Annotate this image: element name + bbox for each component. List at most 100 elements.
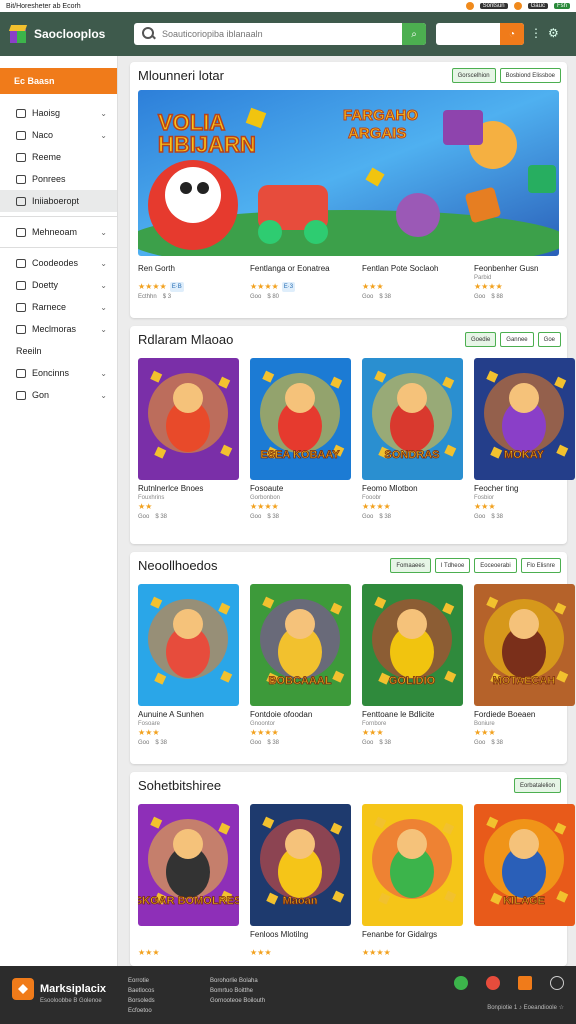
product-title[interactable]: Ren Gorth <box>138 264 239 274</box>
product-title[interactable]: Fosoaute <box>250 484 351 494</box>
product-title[interactable]: Fontdoie ofoodan <box>250 710 351 720</box>
sidebar-item[interactable]: Eoncinns ⌄ <box>0 362 117 384</box>
product-card[interactable]: Fentlan Pote Soclaoh ★★★ Goo $ 38 <box>362 264 463 302</box>
grid-icon <box>16 152 26 162</box>
cart-icon[interactable] <box>518 976 532 990</box>
footer-link[interactable]: Gornooteoe Boilouth <box>210 996 265 1006</box>
sidebar-item[interactable]: Meclmoras ⌄ <box>0 318 117 340</box>
sidebar-item[interactable]: Ponrees <box>0 168 117 190</box>
product-title[interactable]: Feomo Mlotbon <box>362 484 463 494</box>
game-thumbnail[interactable]: SONDRAS <box>362 358 463 480</box>
settings-icon[interactable]: ⚙ <box>548 26 559 40</box>
product-card[interactable]: Aunuine A Sunhen Fosoare ★★★ Goo $ 38 <box>138 584 239 748</box>
sidebar-item[interactable]: Reeme <box>0 146 117 168</box>
product-title[interactable] <box>138 930 239 940</box>
footer-link[interactable]: Bomrtuo Boitthe <box>210 986 265 996</box>
footer-logo[interactable]: Marksiplacix <box>12 978 106 1000</box>
globe-icon[interactable] <box>550 976 564 990</box>
rocket-icon[interactable] <box>486 976 500 990</box>
section-button[interactable]: Goe <box>537 332 561 347</box>
footer-link[interactable]: Borsoleds <box>128 996 155 1006</box>
section-button[interactable]: Gorscelhion <box>451 68 496 83</box>
sidebar-item[interactable]: Haoisg ⌄ <box>0 102 117 124</box>
product-card[interactable]: Feonbenher Gusn Parbid ★★★★ Goo $ 88 <box>474 264 575 302</box>
section-button[interactable]: I Tdheoe <box>434 558 471 573</box>
footer-link[interactable]: Ecfoetoo <box>128 1006 155 1016</box>
divider <box>0 216 117 217</box>
section-actions: Goedie Gannee Goe <box>464 332 561 347</box>
product-card[interactable]: SKGAR BOMOLRES ★★★ <box>138 804 239 958</box>
section-button[interactable]: Eoceoerabi <box>474 558 517 573</box>
footer-tagline: Esooloobbe B Golenoe <box>40 998 102 1004</box>
game-thumbnail[interactable]: SKGAR BOMOLRES <box>138 804 239 926</box>
search-input[interactable] <box>158 29 402 39</box>
product-title[interactable] <box>474 930 575 940</box>
secondary-search[interactable]: ◔ <box>436 23 524 45</box>
product-title[interactable]: Fentlanga or Eonatrea <box>250 264 351 274</box>
section-button[interactable]: Gannee <box>500 332 534 347</box>
product-title[interactable]: Rutnlnerlce Bnoes <box>138 484 239 494</box>
game-thumbnail[interactable]: GOLIDIO <box>362 584 463 706</box>
game-thumbnail[interactable]: KILAGE <box>474 804 575 926</box>
new-section: Neoollhoedos Fomaaees I Tdheoe Eoceoerab… <box>130 552 575 764</box>
product-title[interactable]: Feonbenher Gusn <box>474 264 575 274</box>
product-title[interactable]: Fentlan Pote Soclaoh <box>362 264 463 274</box>
meta-value: $ 38 <box>267 514 280 520</box>
product-title[interactable]: Fenanbe for Gidalrgs <box>362 930 463 940</box>
thumbnail-text: MOTAECAH <box>493 675 556 687</box>
meta-value: $ 38 <box>267 740 280 746</box>
sidebar-item[interactable]: Reeiln <box>0 340 117 362</box>
section-button[interactable]: Goedie <box>464 332 497 347</box>
footer-link[interactable]: Baetlocos <box>128 986 155 996</box>
chat-icon[interactable] <box>454 976 468 990</box>
game-thumbnail[interactable]: MOKAY <box>474 358 575 480</box>
footer-link[interactable]: Borohorlie Bolaha <box>210 976 265 986</box>
product-title[interactable]: Fenloos Mlotilng <box>250 930 351 940</box>
product-card[interactable]: Maoan Fenloos Mlotilng ★★★ <box>250 804 351 958</box>
product-title[interactable]: Fenttoane le Bdlicite <box>362 710 463 720</box>
footer-link[interactable]: Eorrotie <box>128 976 155 986</box>
game-thumbnail[interactable]: MOTAECAH <box>474 584 575 706</box>
footer: Marksiplacix Esooloobbe B Golenoe Eorrot… <box>0 966 576 1024</box>
product-title[interactable]: Feocher ting <box>474 484 575 494</box>
product-title[interactable]: Aunuine A Sunhen <box>138 710 239 720</box>
product-card[interactable]: Fenanbe for Gidalrgs ★★★★ <box>362 804 463 958</box>
section-button[interactable]: Eorbatalelion <box>513 778 561 793</box>
game-thumbnail[interactable] <box>362 804 463 926</box>
product-card[interactable]: SONDRAS Feomo Mlotbon Fooobr ★★★★ Goo $ 38 <box>362 358 463 522</box>
game-thumbnail[interactable] <box>138 584 239 706</box>
sidebar-item[interactable]: Coodeodes ⌄ <box>0 252 117 274</box>
sidebar-item[interactable]: Gon ⌄ <box>0 384 117 406</box>
sidebar-item-active[interactable]: Ec Baasn <box>0 68 117 94</box>
sidebar-item[interactable]: Naco ⌄ <box>0 124 117 146</box>
product-card[interactable]: GOLIDIO Fenttoane le Bdlicite Fornbore ★★★ G… <box>362 584 463 748</box>
rating-stars: ★★★ <box>138 948 239 958</box>
sidebar-item[interactable]: Rarnece ⌄ <box>0 296 117 318</box>
game-thumbnail[interactable]: Maoan <box>250 804 351 926</box>
product-card[interactable]: MOKAY Feocher ting Fosbior ★★★ Goo $ 38 <box>474 358 575 522</box>
section-button[interactable]: Fomaaees <box>390 558 431 573</box>
product-title[interactable]: Fordiede Boeaen <box>474 710 575 720</box>
sidebar-item[interactable]: Iniiaboeropt <box>0 190 117 212</box>
rating-stars: ★★★★ <box>250 728 351 738</box>
hero-banner[interactable]: VOLIA HBIJARN FARGAHO ARGAIS <box>138 90 559 256</box>
sidebar-item[interactable]: Mehneoam ⌄ <box>0 221 117 243</box>
game-thumbnail[interactable]: ESEA KOBAAY <box>250 358 351 480</box>
sidebar-item[interactable]: Doetty ⌄ <box>0 274 117 296</box>
product-card[interactable]: KILAGE <box>474 804 575 958</box>
section-button[interactable]: Flo Elisnre <box>520 558 561 573</box>
section-button[interactable]: Bosbiond Elissboe <box>499 68 561 83</box>
divider <box>0 247 117 248</box>
more-icon[interactable]: ⋮ <box>530 26 542 40</box>
search-button[interactable]: ⌕ <box>402 23 426 45</box>
product-card[interactable]: BOBCAAAL Fontdoie ofoodan Gnoontor ★★★★ Goo $… <box>250 584 351 748</box>
product-card[interactable]: Ren Gorth ★★★★ E·B Ecthhn $ 3 <box>138 264 239 302</box>
product-card[interactable]: Rutnlnerlce Bnoes Fouxhrins ★★ Goo $ 38 <box>138 358 239 522</box>
brand-logo[interactable]: Saoclooplos <box>8 23 105 45</box>
game-thumbnail[interactable]: BOBCAAAL <box>250 584 351 706</box>
product-card[interactable]: MOTAECAH Fordiede Boeaen Boniure ★★★ Goo $ 38 <box>474 584 575 748</box>
product-card[interactable]: Fentlanga or Eonatrea ★★★★ E·3 Goo $ 80 <box>250 264 351 302</box>
location-button[interactable]: ◔ <box>500 23 524 45</box>
product-card[interactable]: ESEA KOBAAY Fosoaute Gorbonbon ★★★★ Goo $ 38 <box>250 358 351 522</box>
game-thumbnail[interactable] <box>138 358 239 480</box>
